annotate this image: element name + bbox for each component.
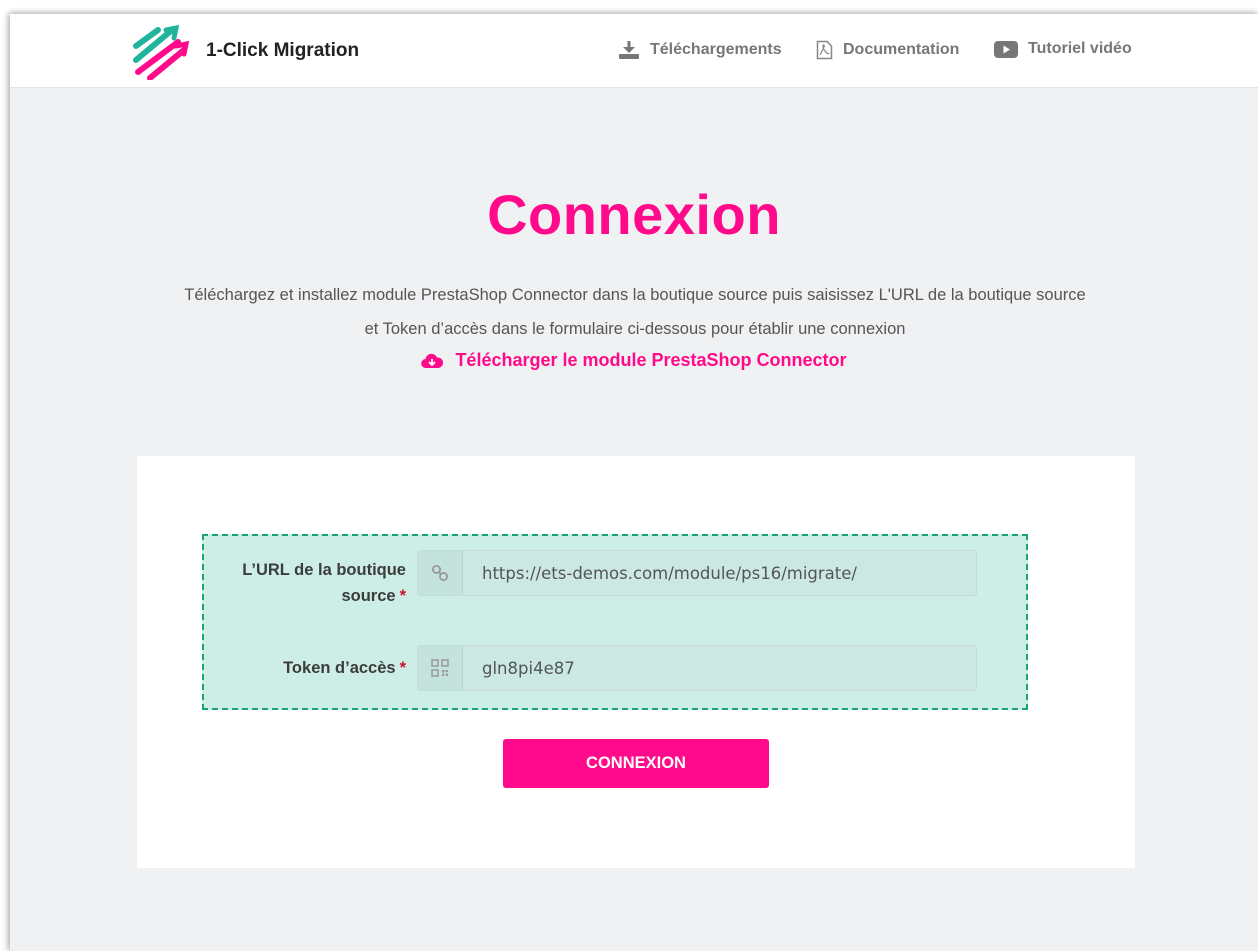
cloud-download-icon	[421, 353, 444, 369]
download-connector-link[interactable]: Télécharger le module PrestaShop Connect…	[10, 350, 1258, 371]
youtube-play-icon	[994, 40, 1018, 58]
description-line-2: et Token d’accès dans le formulaire ci-d…	[364, 320, 906, 338]
source-shop-url-input[interactable]	[463, 551, 976, 595]
token-label-text: Token d’accès	[283, 659, 396, 677]
token-input-group	[417, 645, 977, 691]
required-asterisk: *	[399, 587, 406, 605]
url-label-text: L’URL de la boutique source	[242, 561, 406, 605]
brand-logo-icon[interactable]	[132, 24, 190, 81]
url-form-row: L’URL de la boutique source *	[204, 549, 1026, 609]
app-window: 1-Click Migration Téléchargements Docume…	[10, 14, 1258, 951]
url-input-group	[417, 550, 977, 596]
top-navbar: 1-Click Migration Téléchargements Docume…	[10, 14, 1258, 88]
description-line-1: Téléchargez et installez module PrestaSh…	[184, 286, 1086, 304]
access-token-input[interactable]	[463, 646, 976, 690]
nav-video-tutorial[interactable]: Tutoriel vidéo	[994, 40, 1132, 58]
url-field-label: L’URL de la boutique source *	[216, 557, 406, 609]
required-asterisk: *	[399, 659, 406, 677]
nav-documentation-label: Documentation	[843, 41, 960, 58]
token-field-label: Token d’accès *	[216, 655, 406, 681]
page-description: Téléchargez et installez module PrestaSh…	[120, 278, 1150, 346]
download-icon	[618, 40, 640, 60]
link-icon	[418, 551, 463, 595]
form-highlight-region: L’URL de la boutique source* Token	[202, 534, 1028, 710]
brand-name[interactable]: 1-Click Migration	[206, 40, 359, 62]
download-connector-label: Télécharger le module PrestaShop Connect…	[455, 350, 847, 370]
nav-downloads-label: Téléchargements	[650, 41, 782, 58]
page-title: Connexion	[487, 183, 781, 246]
nav-video-tutorial-label: Tutoriel vidéo	[1028, 40, 1132, 57]
qr-code-icon	[418, 646, 463, 690]
pdf-file-icon	[816, 40, 833, 60]
connection-form-card: L’URL de la boutique source* Token	[137, 456, 1135, 868]
nav-documentation[interactable]: Documentation	[816, 40, 959, 60]
nav-downloads[interactable]: Téléchargements	[618, 40, 782, 60]
token-form-row: Token d’accès *	[204, 645, 1026, 695]
connect-button[interactable]: CONNEXION	[503, 739, 769, 788]
